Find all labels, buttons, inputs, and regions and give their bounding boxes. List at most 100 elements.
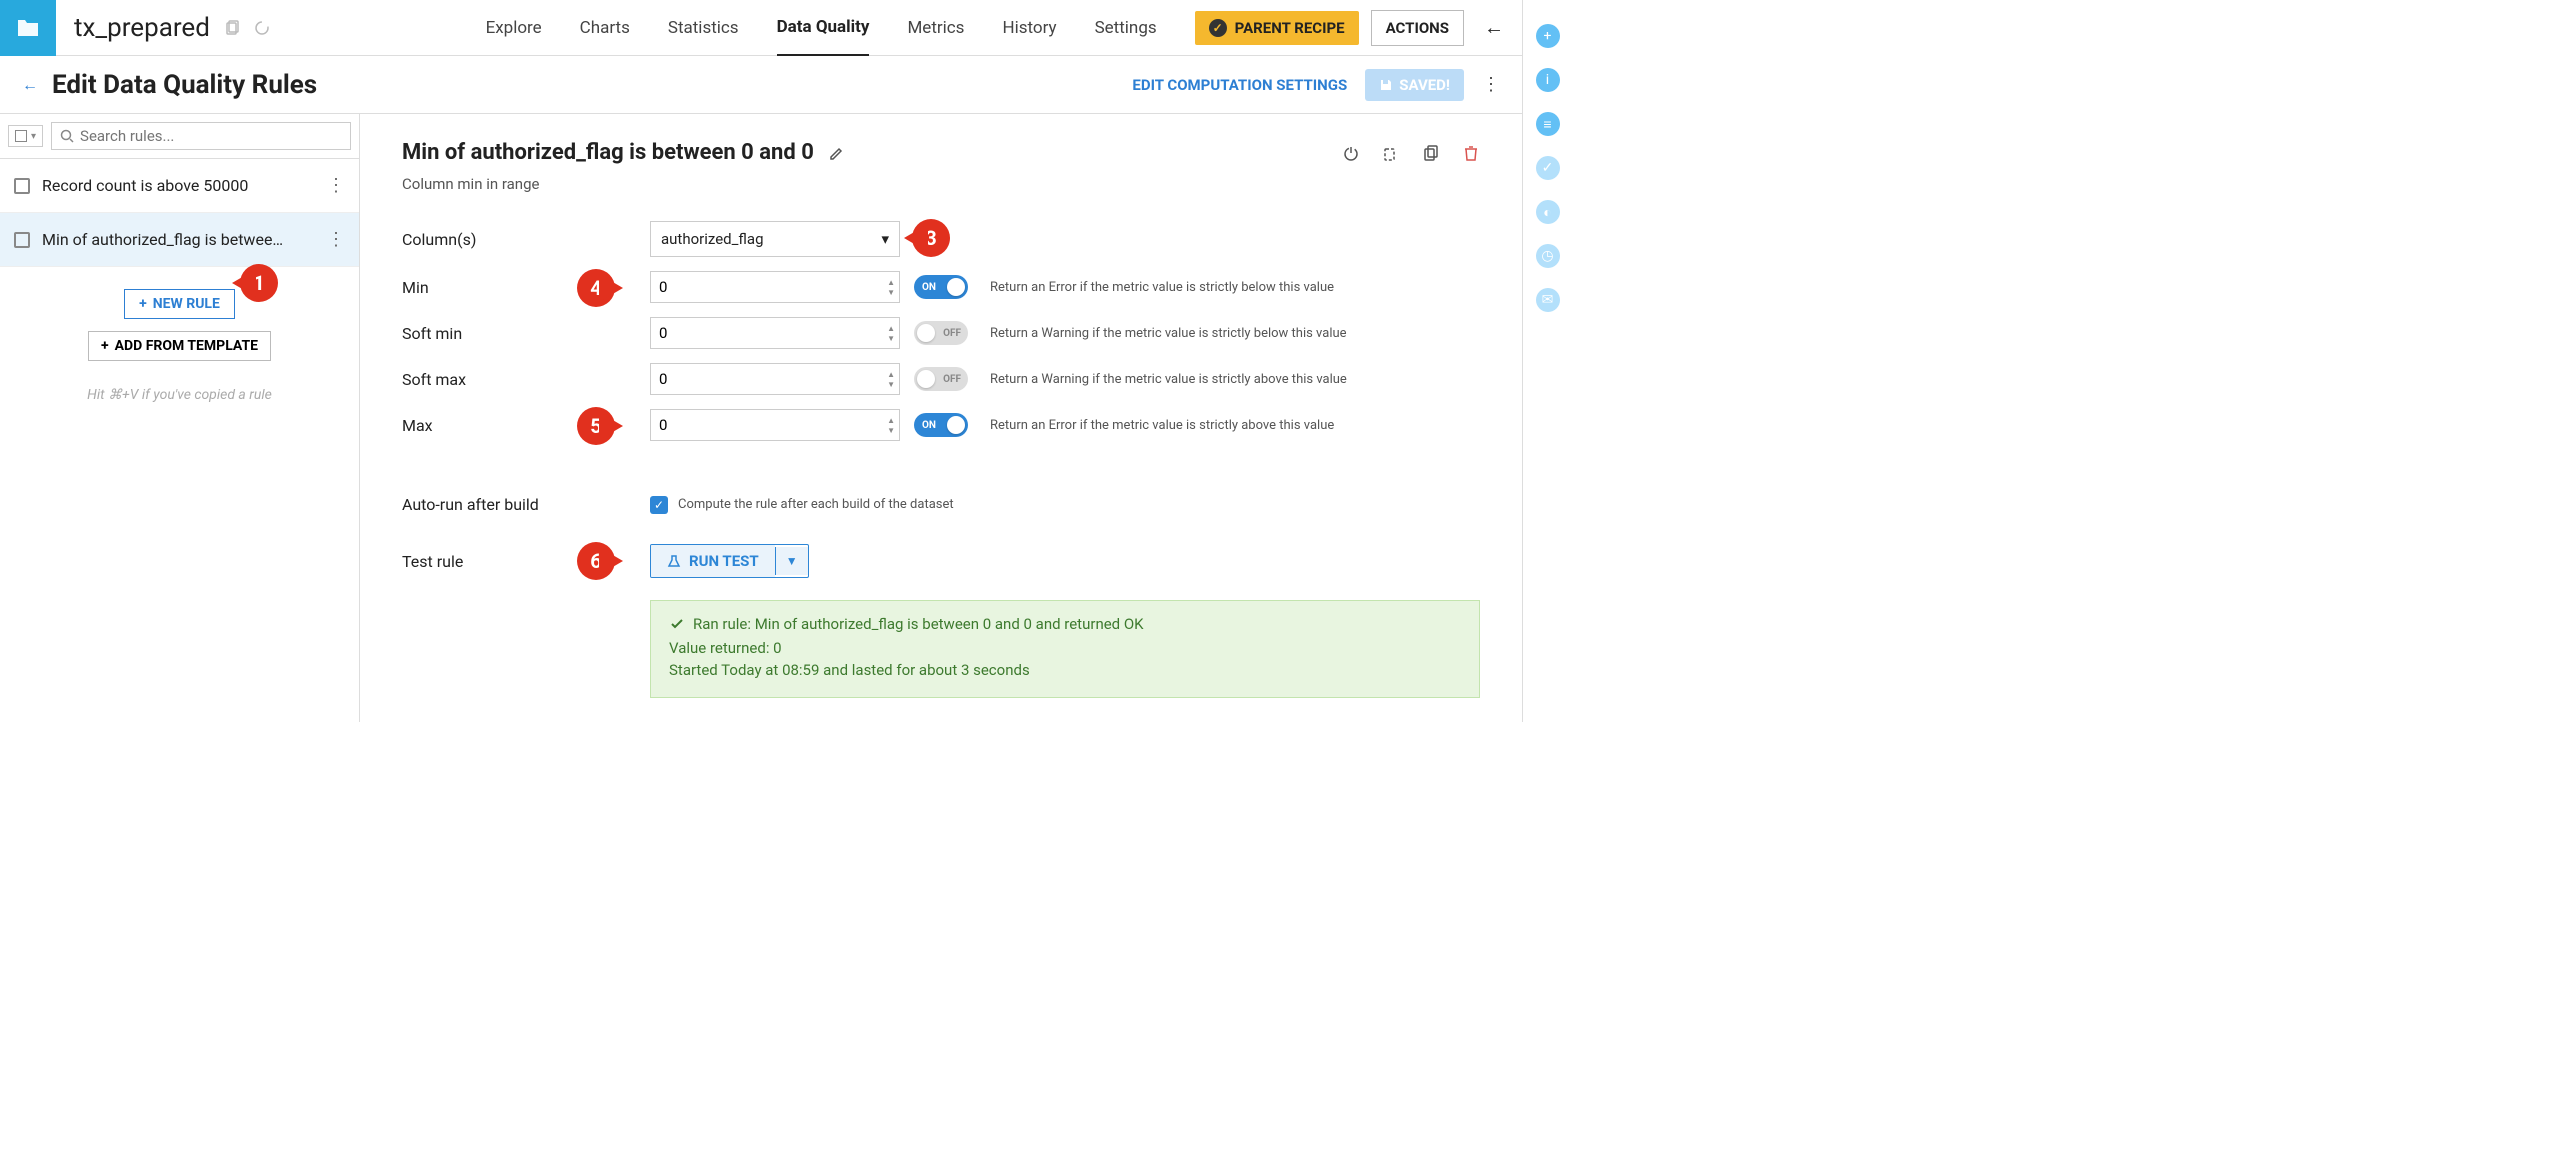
dataset-name: tx_prepared bbox=[74, 13, 210, 43]
search-input-field[interactable] bbox=[80, 127, 342, 145]
parent-recipe-button[interactable]: ✓ PARENT RECIPE bbox=[1195, 11, 1359, 45]
max-label: Max bbox=[402, 416, 650, 435]
page-title: Edit Data Quality Rules bbox=[52, 70, 317, 100]
search-rules-input[interactable] bbox=[51, 122, 351, 150]
duplicate-icon[interactable] bbox=[1382, 144, 1400, 162]
softmax-input[interactable]: ▲▼ bbox=[650, 363, 900, 395]
softmin-toggle[interactable]: OFF bbox=[914, 321, 968, 345]
softmax-input-field[interactable] bbox=[659, 370, 891, 388]
result-line3: Started Today at 08:59 and lasted for ab… bbox=[669, 661, 1461, 679]
min-input-field[interactable] bbox=[659, 278, 891, 296]
back-arrow-icon[interactable]: ← bbox=[22, 75, 38, 95]
softmin-label: Soft min bbox=[402, 324, 650, 343]
max-input[interactable]: ▲▼ bbox=[650, 409, 900, 441]
rule-checkbox[interactable] bbox=[14, 232, 30, 248]
more-menu-icon[interactable]: ⋮ bbox=[1482, 74, 1500, 95]
min-toggle[interactable]: ON bbox=[914, 275, 968, 299]
softmax-label: Soft max bbox=[402, 370, 650, 389]
rule-checkbox[interactable] bbox=[14, 178, 30, 194]
edit-computation-settings-link[interactable]: EDIT COMPUTATION SETTINGS bbox=[1132, 76, 1347, 94]
autorun-help: Compute the rule after each build of the… bbox=[678, 497, 954, 512]
top-bar: tx_prepared Explore Charts Statistics Da… bbox=[0, 0, 1522, 56]
column-value: authorized_flag bbox=[661, 230, 764, 248]
add-template-label: ADD FROM TEMPLATE bbox=[115, 338, 258, 354]
actions-button[interactable]: ACTIONS bbox=[1371, 10, 1464, 46]
rule-item[interactable]: Record count is above 50000 ⋮ bbox=[0, 159, 359, 213]
paste-hint: Hit ⌘+V if you've copied a rule bbox=[87, 387, 272, 403]
tab-explore[interactable]: Explore bbox=[486, 1, 542, 55]
rule-subtitle: Column min in range bbox=[402, 175, 1480, 193]
refresh-icon[interactable] bbox=[254, 20, 270, 36]
saved-label: SAVED! bbox=[1399, 76, 1450, 94]
rail-clock-icon[interactable]: ◷ bbox=[1536, 244, 1560, 268]
plus-icon: + bbox=[139, 296, 147, 312]
tab-metrics[interactable]: Metrics bbox=[907, 1, 964, 55]
softmin-input[interactable]: ▲▼ bbox=[650, 317, 900, 349]
tab-settings[interactable]: Settings bbox=[1095, 1, 1157, 55]
new-rule-label: NEW RULE bbox=[153, 296, 220, 312]
rule-menu-icon[interactable]: ⋮ bbox=[327, 229, 345, 250]
max-help: Return an Error if the metric value is s… bbox=[990, 418, 1334, 433]
saved-button: SAVED! bbox=[1365, 69, 1464, 101]
run-test-label: RUN TEST bbox=[689, 552, 759, 570]
trash-icon[interactable] bbox=[1462, 144, 1480, 162]
save-icon bbox=[1379, 78, 1393, 92]
power-icon[interactable] bbox=[1342, 144, 1360, 162]
rail-history-icon[interactable]: ◐ bbox=[1536, 200, 1560, 224]
softmax-help: Return a Warning if the metric value is … bbox=[990, 372, 1347, 387]
add-from-template-button[interactable]: + ADD FROM TEMPLATE bbox=[88, 331, 271, 361]
rule-menu-icon[interactable]: ⋮ bbox=[327, 175, 345, 196]
rule-item[interactable]: Min of authorized_flag is betwee… ⋮ bbox=[0, 213, 359, 267]
result-line2: Value returned: 0 bbox=[669, 639, 1461, 657]
rule-editor: Min of authorized_flag is between 0 and … bbox=[360, 114, 1522, 722]
parent-recipe-label: PARENT RECIPE bbox=[1235, 19, 1345, 37]
result-line1: Ran rule: Min of authorized_flag is betw… bbox=[693, 615, 1144, 633]
softmax-toggle[interactable]: OFF bbox=[914, 367, 968, 391]
min-help: Return an Error if the metric value is s… bbox=[990, 280, 1334, 295]
search-icon bbox=[60, 129, 74, 143]
right-rail: + i ≡ ✓ ◐ ◷ ✉ bbox=[1522, 0, 1572, 722]
copy-icon[interactable] bbox=[224, 20, 240, 36]
max-input-field[interactable] bbox=[659, 416, 891, 434]
rail-chat-icon[interactable]: ✉ bbox=[1536, 288, 1560, 312]
plus-icon: + bbox=[101, 338, 109, 354]
min-input[interactable]: ▲▼ bbox=[650, 271, 900, 303]
rule-label: Min of authorized_flag is betwee… bbox=[42, 230, 315, 249]
rail-list-icon[interactable]: ≡ bbox=[1536, 112, 1560, 136]
tab-charts[interactable]: Charts bbox=[580, 1, 630, 55]
flask-icon bbox=[667, 554, 681, 568]
select-all-checkbox[interactable]: ▾ bbox=[8, 125, 43, 147]
column-select[interactable]: authorized_flag ▾ bbox=[650, 221, 900, 257]
autorun-label: Auto-run after build bbox=[402, 495, 650, 514]
testrule-label: Test rule bbox=[402, 552, 650, 571]
rail-info-icon[interactable]: i bbox=[1536, 68, 1560, 92]
callout-3: 3 bbox=[912, 219, 950, 257]
rules-sidebar: ▾ Record count is above 50000 ⋮ Min of a… bbox=[0, 114, 360, 722]
tab-history[interactable]: History bbox=[1002, 1, 1056, 55]
min-label: Min bbox=[402, 278, 650, 297]
rail-check-icon[interactable]: ✓ bbox=[1536, 156, 1560, 180]
test-result-box: Ran rule: Min of authorized_flag is betw… bbox=[650, 600, 1480, 698]
check-icon bbox=[669, 616, 685, 632]
max-toggle[interactable]: ON bbox=[914, 413, 968, 437]
autorun-checkbox[interactable]: ✓ bbox=[650, 496, 668, 514]
main-tabs: Explore Charts Statistics Data Quality M… bbox=[486, 0, 1157, 56]
softmin-help: Return a Warning if the metric value is … bbox=[990, 326, 1347, 341]
rule-title: Min of authorized_flag is between 0 and … bbox=[402, 140, 814, 165]
collapse-right-icon[interactable]: ← bbox=[1484, 15, 1504, 40]
softmin-input-field[interactable] bbox=[659, 324, 891, 342]
run-test-dropdown[interactable]: ▼ bbox=[775, 547, 808, 575]
check-circle-icon: ✓ bbox=[1209, 19, 1227, 37]
subheader: ← Edit Data Quality Rules EDIT COMPUTATI… bbox=[0, 56, 1522, 114]
chevron-down-icon: ▾ bbox=[881, 230, 889, 248]
columns-label: Column(s) bbox=[402, 230, 650, 249]
new-rule-button[interactable]: + NEW RULE bbox=[124, 289, 235, 319]
edit-icon[interactable] bbox=[828, 144, 846, 162]
rail-add-icon[interactable]: + bbox=[1536, 24, 1560, 48]
callout-1: 1 bbox=[240, 264, 278, 302]
tab-statistics[interactable]: Statistics bbox=[668, 1, 739, 55]
copy-icon[interactable] bbox=[1422, 144, 1440, 162]
run-test-button[interactable]: RUN TEST ▼ bbox=[650, 544, 809, 578]
rule-label: Record count is above 50000 bbox=[42, 176, 315, 195]
tab-data-quality[interactable]: Data Quality bbox=[777, 0, 870, 56]
